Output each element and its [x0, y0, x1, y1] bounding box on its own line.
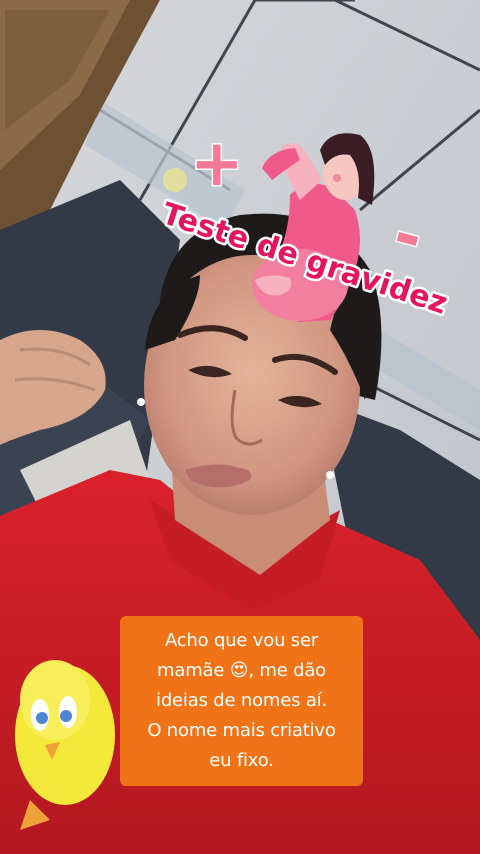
- caption-line: ideias de nomes aí.: [156, 690, 327, 711]
- caption-line: O nome mais criativo: [147, 720, 336, 741]
- minus-symbol: -: [386, 197, 431, 275]
- story-view[interactable]: + - Teste de gravidez Acho que vou ser m…: [0, 0, 480, 854]
- caption-line: mamãe 😍, me dão: [157, 660, 326, 681]
- plus-symbol: +: [190, 127, 244, 201]
- caption-line: Acho que vou ser: [164, 630, 319, 651]
- caption-box: Acho que vou ser mamãe 😍, me dão ideias …: [120, 616, 363, 786]
- caption-line: eu fixo.: [209, 750, 274, 771]
